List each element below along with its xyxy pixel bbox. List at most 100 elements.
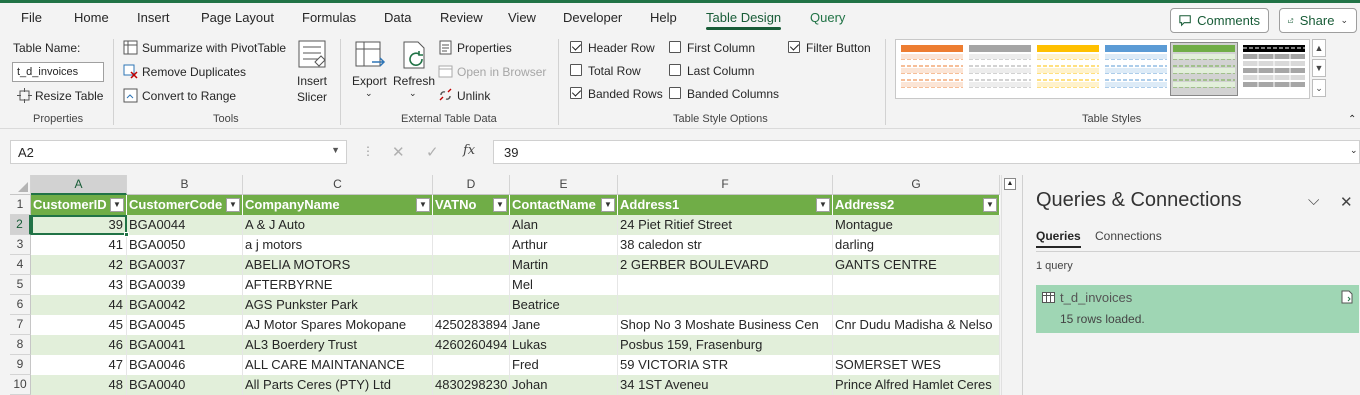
- table-cell[interactable]: Jane: [510, 315, 618, 335]
- chevron-down-icon[interactable]: ⌵: [1308, 192, 1319, 209]
- worksheet-grid[interactable]: A B C D E F G 1 2 3 4 5 6 7 8 9 10 CustomerID ▼ CustomerCod…: [10, 175, 1000, 395]
- column-header-d[interactable]: D: [433, 175, 510, 195]
- table-cell[interactable]: 41: [31, 235, 127, 255]
- table-cell[interactable]: [433, 275, 510, 295]
- table-cell[interactable]: BGA0042: [127, 295, 243, 315]
- gallery-scroll-down[interactable]: ▼: [1312, 59, 1326, 77]
- gallery-more[interactable]: ⌄: [1312, 79, 1326, 97]
- tab-insert[interactable]: Insert: [137, 10, 170, 25]
- table-cell[interactable]: [833, 335, 1000, 355]
- table-header-cell[interactable]: Address1 ▼: [618, 195, 833, 215]
- table-cell[interactable]: Montague: [833, 215, 1000, 235]
- table-style-orange[interactable]: [901, 45, 963, 93]
- tab-file[interactable]: File: [21, 10, 42, 25]
- table-cell[interactable]: Johan: [510, 375, 618, 395]
- properties-button[interactable]: Properties: [457, 41, 512, 55]
- header-row-checkbox[interactable]: [570, 41, 582, 53]
- table-cell[interactable]: GANTS CENTRE: [833, 255, 1000, 275]
- table-cell[interactable]: 38 caledon str: [618, 235, 833, 255]
- table-header-cell[interactable]: Address2 ▼: [833, 195, 1000, 215]
- table-cell[interactable]: 39: [31, 215, 127, 235]
- tab-data[interactable]: Data: [384, 10, 411, 25]
- cancel-icon[interactable]: ✕: [392, 143, 405, 161]
- column-header-e[interactable]: E: [510, 175, 618, 195]
- filter-dropdown-icon[interactable]: ▼: [416, 198, 430, 212]
- row-header-9[interactable]: 9: [10, 355, 31, 375]
- column-header-b[interactable]: B: [127, 175, 243, 195]
- table-cell[interactable]: AGS Punkster Park: [243, 295, 433, 315]
- column-header-g[interactable]: G: [833, 175, 1000, 195]
- table-cell[interactable]: AL3 Boerdery Trust: [243, 335, 433, 355]
- column-header-f[interactable]: F: [618, 175, 833, 195]
- filter-dropdown-icon[interactable]: ▼: [983, 198, 997, 212]
- table-cell[interactable]: BGA0040: [127, 375, 243, 395]
- formula-input[interactable]: 39: [493, 140, 1360, 164]
- table-header-cell[interactable]: ContactName ▼: [510, 195, 618, 215]
- row-header-5[interactable]: 5: [10, 275, 31, 295]
- table-cell[interactable]: 4250283894: [433, 315, 510, 335]
- fill-handle[interactable]: [124, 232, 129, 237]
- table-cell[interactable]: 59 VICTORIA STR: [618, 355, 833, 375]
- table-style-gold[interactable]: [1037, 45, 1099, 93]
- chevron-down-icon[interactable]: ⌄: [409, 88, 417, 99]
- banded-columns-checkbox[interactable]: [669, 87, 681, 99]
- collapse-ribbon-icon[interactable]: ⌃: [1348, 114, 1356, 125]
- table-header-cell[interactable]: CompanyName ▼: [243, 195, 433, 215]
- chevron-down-icon[interactable]: ▼: [331, 145, 340, 155]
- row-header-4[interactable]: 4: [10, 255, 31, 275]
- tab-queries[interactable]: Queries: [1036, 229, 1081, 248]
- table-cell[interactable]: [833, 295, 1000, 315]
- table-cell[interactable]: [433, 215, 510, 235]
- column-header-a[interactable]: A: [31, 175, 127, 195]
- refresh-button[interactable]: Refresh: [393, 74, 435, 88]
- filter-dropdown-icon[interactable]: ▼: [816, 198, 830, 212]
- query-item[interactable]: t_d_invoices 15 rows loaded.: [1036, 285, 1359, 333]
- table-cell[interactable]: Fred: [510, 355, 618, 375]
- total-row-checkbox[interactable]: [570, 64, 582, 76]
- row-header-3[interactable]: 3: [10, 235, 31, 255]
- table-cell[interactable]: Alan: [510, 215, 618, 235]
- table-cell[interactable]: [833, 275, 1000, 295]
- select-all-corner[interactable]: [10, 175, 31, 195]
- row-header-1[interactable]: 1: [10, 195, 31, 215]
- table-cell[interactable]: [433, 355, 510, 375]
- table-header-cell[interactable]: VATNo ▼: [433, 195, 510, 215]
- tab-home[interactable]: Home: [74, 10, 109, 25]
- convert-to-range-button[interactable]: Convert to Range: [142, 89, 236, 103]
- share-button[interactable]: Share ⌄: [1279, 8, 1357, 33]
- table-cell[interactable]: Prince Alfred Hamlet Ceres: [833, 375, 1000, 395]
- tab-formulas[interactable]: Formulas: [302, 10, 356, 25]
- table-cell[interactable]: Arthur: [510, 235, 618, 255]
- row-header-7[interactable]: 7: [10, 315, 31, 335]
- table-cell[interactable]: [618, 275, 833, 295]
- tab-connections[interactable]: Connections: [1095, 229, 1162, 243]
- table-cell[interactable]: SOMERSET WES: [833, 355, 1000, 375]
- table-cell[interactable]: AJ Motor Spares Mokopane: [243, 315, 433, 335]
- enter-icon[interactable]: ✓: [426, 143, 439, 161]
- table-cell[interactable]: BGA0041: [127, 335, 243, 355]
- table-cell[interactable]: Mel: [510, 275, 618, 295]
- table-cell[interactable]: Beatrice: [510, 295, 618, 315]
- insert-slicer-label-1[interactable]: Insert: [297, 74, 327, 88]
- table-cell[interactable]: Shop No 3 Moshate Business Cen: [618, 315, 833, 335]
- table-cell[interactable]: darling: [833, 235, 1000, 255]
- table-cell[interactable]: 47: [31, 355, 127, 375]
- chevron-down-icon[interactable]: ⌄: [365, 88, 373, 99]
- scroll-up-arrow-icon[interactable]: ▲: [1004, 178, 1016, 190]
- table-cell[interactable]: BGA0039: [127, 275, 243, 295]
- first-column-checkbox[interactable]: [669, 41, 681, 53]
- tab-page-layout[interactable]: Page Layout: [201, 10, 274, 25]
- table-cell[interactable]: 44: [31, 295, 127, 315]
- tab-developer[interactable]: Developer: [563, 10, 622, 25]
- open-in-browser-button[interactable]: Open in Browser: [457, 65, 546, 79]
- table-cell[interactable]: All Parts Ceres (PTY) Ltd: [243, 375, 433, 395]
- table-header-cell[interactable]: CustomerCode ▼: [127, 195, 243, 215]
- resize-table-button[interactable]: Resize Table: [35, 89, 103, 103]
- table-cell[interactable]: Martin: [510, 255, 618, 275]
- table-style-black[interactable]: [1243, 45, 1305, 93]
- table-cell[interactable]: Lukas: [510, 335, 618, 355]
- tab-review[interactable]: Review: [440, 10, 483, 25]
- table-cell[interactable]: 34 1ST Aveneu: [618, 375, 833, 395]
- table-cell[interactable]: [618, 295, 833, 315]
- row-header-2[interactable]: 2: [10, 215, 31, 235]
